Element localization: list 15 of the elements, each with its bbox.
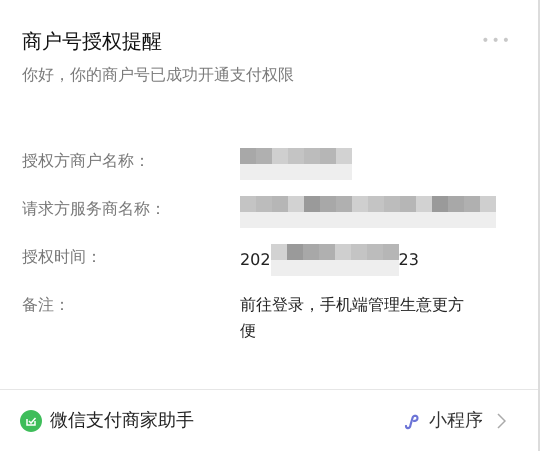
more-button[interactable]: ••• bbox=[481, 31, 512, 51]
app-logo-icon bbox=[20, 410, 42, 432]
source-name: 微信支付商家助手 bbox=[50, 409, 194, 433]
card-title: 商户号授权提醒 bbox=[22, 28, 162, 55]
field-value: 23 bbox=[398, 249, 419, 271]
chevron-right-icon[interactable] bbox=[497, 412, 506, 428]
field-label: 请求方服务商名称： bbox=[22, 198, 167, 220]
field-value: 前往登录，手机端管理生意更方便 bbox=[240, 294, 465, 342]
field-label: 授权时间： bbox=[22, 246, 103, 268]
field-label: 授权方商户名称： bbox=[22, 150, 151, 172]
mini-program-icon bbox=[403, 412, 421, 430]
app-type-label: 小程序 bbox=[429, 409, 483, 433]
card-subtitle: 你好，你的商户号已成功开通支付权限 bbox=[21, 64, 295, 86]
field-value: 202 bbox=[240, 249, 271, 271]
field-label: 备注： bbox=[22, 294, 71, 316]
